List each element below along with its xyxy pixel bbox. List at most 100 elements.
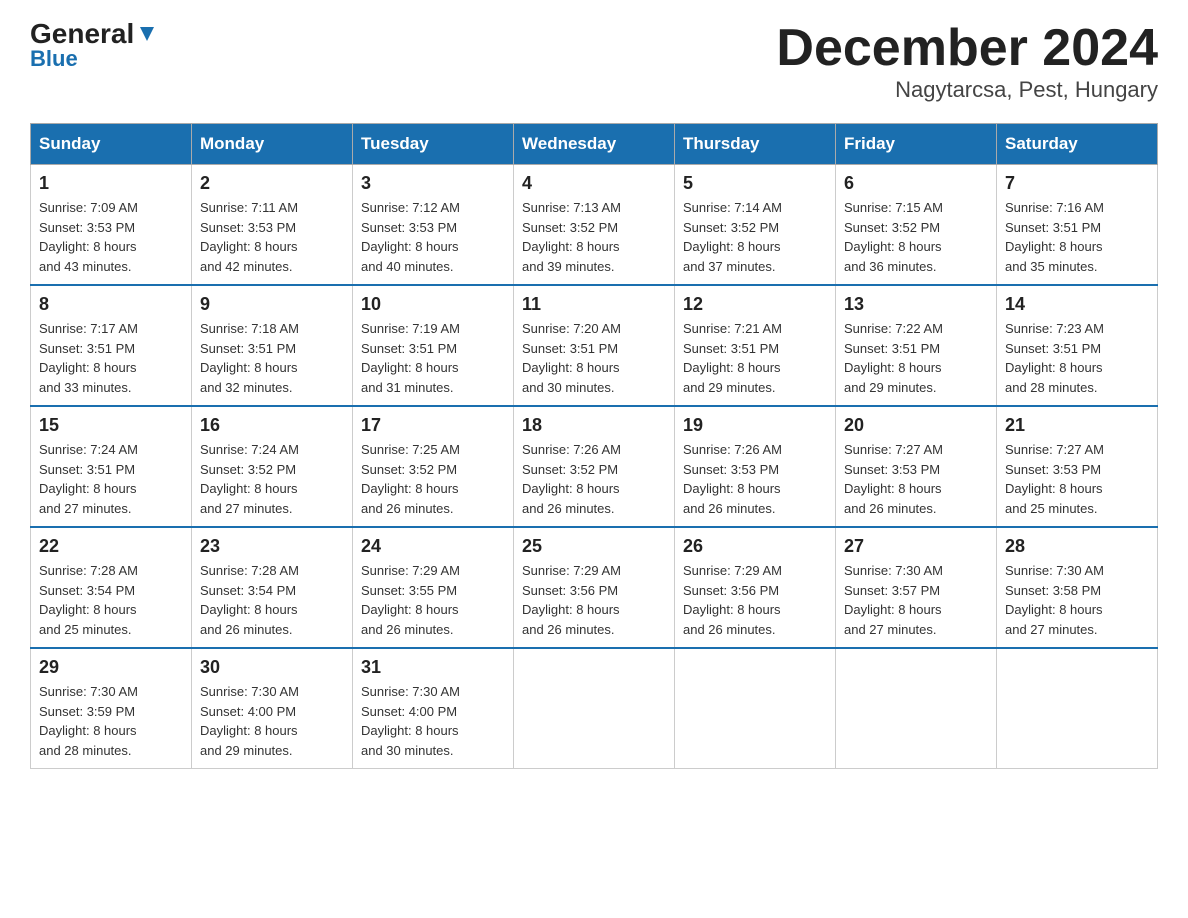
day-info: Sunrise: 7:30 AMSunset: 3:57 PMDaylight:… — [844, 563, 943, 637]
calendar-day-cell: 19 Sunrise: 7:26 AMSunset: 3:53 PMDaylig… — [675, 406, 836, 527]
page-header: General Blue December 2024 Nagytarcsa, P… — [30, 20, 1158, 103]
day-number: 17 — [361, 415, 505, 436]
day-number: 8 — [39, 294, 183, 315]
calendar-day-header: Friday — [836, 124, 997, 165]
calendar-week-row: 22 Sunrise: 7:28 AMSunset: 3:54 PMDaylig… — [31, 527, 1158, 648]
calendar-day-cell: 4 Sunrise: 7:13 AMSunset: 3:52 PMDayligh… — [514, 165, 675, 286]
day-number: 2 — [200, 173, 344, 194]
calendar-header-row: SundayMondayTuesdayWednesdayThursdayFrid… — [31, 124, 1158, 165]
day-info: Sunrise: 7:17 AMSunset: 3:51 PMDaylight:… — [39, 321, 138, 395]
day-number: 18 — [522, 415, 666, 436]
calendar-day-header: Thursday — [675, 124, 836, 165]
day-info: Sunrise: 7:23 AMSunset: 3:51 PMDaylight:… — [1005, 321, 1104, 395]
calendar-day-header: Monday — [192, 124, 353, 165]
day-info: Sunrise: 7:28 AMSunset: 3:54 PMDaylight:… — [200, 563, 299, 637]
logo-triangle-icon — [136, 23, 158, 45]
day-info: Sunrise: 7:27 AMSunset: 3:53 PMDaylight:… — [1005, 442, 1104, 516]
calendar-subtitle: Nagytarcsa, Pest, Hungary — [776, 77, 1158, 103]
calendar-day-cell: 28 Sunrise: 7:30 AMSunset: 3:58 PMDaylig… — [997, 527, 1158, 648]
calendar-day-header: Tuesday — [353, 124, 514, 165]
day-number: 19 — [683, 415, 827, 436]
day-info: Sunrise: 7:24 AMSunset: 3:51 PMDaylight:… — [39, 442, 138, 516]
day-number: 30 — [200, 657, 344, 678]
day-number: 23 — [200, 536, 344, 557]
day-number: 24 — [361, 536, 505, 557]
calendar-day-cell: 18 Sunrise: 7:26 AMSunset: 3:52 PMDaylig… — [514, 406, 675, 527]
calendar-day-cell — [997, 648, 1158, 769]
day-info: Sunrise: 7:30 AMSunset: 4:00 PMDaylight:… — [200, 684, 299, 758]
calendar-day-cell: 13 Sunrise: 7:22 AMSunset: 3:51 PMDaylig… — [836, 285, 997, 406]
day-info: Sunrise: 7:26 AMSunset: 3:52 PMDaylight:… — [522, 442, 621, 516]
day-number: 10 — [361, 294, 505, 315]
day-info: Sunrise: 7:21 AMSunset: 3:51 PMDaylight:… — [683, 321, 782, 395]
calendar-day-cell: 6 Sunrise: 7:15 AMSunset: 3:52 PMDayligh… — [836, 165, 997, 286]
calendar-day-cell: 16 Sunrise: 7:24 AMSunset: 3:52 PMDaylig… — [192, 406, 353, 527]
day-number: 20 — [844, 415, 988, 436]
day-number: 4 — [522, 173, 666, 194]
calendar-day-cell: 2 Sunrise: 7:11 AMSunset: 3:53 PMDayligh… — [192, 165, 353, 286]
day-info: Sunrise: 7:29 AMSunset: 3:56 PMDaylight:… — [683, 563, 782, 637]
calendar-day-cell: 9 Sunrise: 7:18 AMSunset: 3:51 PMDayligh… — [192, 285, 353, 406]
day-number: 25 — [522, 536, 666, 557]
day-info: Sunrise: 7:29 AMSunset: 3:56 PMDaylight:… — [522, 563, 621, 637]
calendar-week-row: 15 Sunrise: 7:24 AMSunset: 3:51 PMDaylig… — [31, 406, 1158, 527]
calendar-day-cell: 11 Sunrise: 7:20 AMSunset: 3:51 PMDaylig… — [514, 285, 675, 406]
day-info: Sunrise: 7:28 AMSunset: 3:54 PMDaylight:… — [39, 563, 138, 637]
calendar-table: SundayMondayTuesdayWednesdayThursdayFrid… — [30, 123, 1158, 769]
day-number: 14 — [1005, 294, 1149, 315]
day-number: 13 — [844, 294, 988, 315]
calendar-day-header: Saturday — [997, 124, 1158, 165]
title-block: December 2024 Nagytarcsa, Pest, Hungary — [776, 20, 1158, 103]
calendar-day-cell — [675, 648, 836, 769]
calendar-day-cell: 24 Sunrise: 7:29 AMSunset: 3:55 PMDaylig… — [353, 527, 514, 648]
day-number: 12 — [683, 294, 827, 315]
calendar-title: December 2024 — [776, 20, 1158, 77]
calendar-day-cell: 14 Sunrise: 7:23 AMSunset: 3:51 PMDaylig… — [997, 285, 1158, 406]
day-info: Sunrise: 7:14 AMSunset: 3:52 PMDaylight:… — [683, 200, 782, 274]
day-number: 22 — [39, 536, 183, 557]
calendar-day-cell — [514, 648, 675, 769]
day-info: Sunrise: 7:22 AMSunset: 3:51 PMDaylight:… — [844, 321, 943, 395]
logo-blue-text: Blue — [30, 48, 78, 70]
calendar-day-cell: 26 Sunrise: 7:29 AMSunset: 3:56 PMDaylig… — [675, 527, 836, 648]
calendar-day-cell: 10 Sunrise: 7:19 AMSunset: 3:51 PMDaylig… — [353, 285, 514, 406]
calendar-day-cell: 21 Sunrise: 7:27 AMSunset: 3:53 PMDaylig… — [997, 406, 1158, 527]
calendar-day-cell: 22 Sunrise: 7:28 AMSunset: 3:54 PMDaylig… — [31, 527, 192, 648]
calendar-day-cell: 30 Sunrise: 7:30 AMSunset: 4:00 PMDaylig… — [192, 648, 353, 769]
day-info: Sunrise: 7:30 AMSunset: 4:00 PMDaylight:… — [361, 684, 460, 758]
day-info: Sunrise: 7:24 AMSunset: 3:52 PMDaylight:… — [200, 442, 299, 516]
day-info: Sunrise: 7:16 AMSunset: 3:51 PMDaylight:… — [1005, 200, 1104, 274]
calendar-day-header: Wednesday — [514, 124, 675, 165]
calendar-day-cell: 25 Sunrise: 7:29 AMSunset: 3:56 PMDaylig… — [514, 527, 675, 648]
day-info: Sunrise: 7:20 AMSunset: 3:51 PMDaylight:… — [522, 321, 621, 395]
day-number: 11 — [522, 294, 666, 315]
calendar-day-cell: 1 Sunrise: 7:09 AMSunset: 3:53 PMDayligh… — [31, 165, 192, 286]
day-info: Sunrise: 7:30 AMSunset: 3:58 PMDaylight:… — [1005, 563, 1104, 637]
day-number: 1 — [39, 173, 183, 194]
day-info: Sunrise: 7:09 AMSunset: 3:53 PMDaylight:… — [39, 200, 138, 274]
day-info: Sunrise: 7:19 AMSunset: 3:51 PMDaylight:… — [361, 321, 460, 395]
day-number: 16 — [200, 415, 344, 436]
day-number: 28 — [1005, 536, 1149, 557]
day-info: Sunrise: 7:18 AMSunset: 3:51 PMDaylight:… — [200, 321, 299, 395]
calendar-day-cell: 20 Sunrise: 7:27 AMSunset: 3:53 PMDaylig… — [836, 406, 997, 527]
calendar-day-cell: 29 Sunrise: 7:30 AMSunset: 3:59 PMDaylig… — [31, 648, 192, 769]
day-info: Sunrise: 7:11 AMSunset: 3:53 PMDaylight:… — [200, 200, 298, 274]
day-info: Sunrise: 7:29 AMSunset: 3:55 PMDaylight:… — [361, 563, 460, 637]
calendar-day-cell: 23 Sunrise: 7:28 AMSunset: 3:54 PMDaylig… — [192, 527, 353, 648]
day-number: 7 — [1005, 173, 1149, 194]
day-number: 9 — [200, 294, 344, 315]
day-info: Sunrise: 7:12 AMSunset: 3:53 PMDaylight:… — [361, 200, 460, 274]
day-info: Sunrise: 7:25 AMSunset: 3:52 PMDaylight:… — [361, 442, 460, 516]
day-number: 15 — [39, 415, 183, 436]
day-info: Sunrise: 7:27 AMSunset: 3:53 PMDaylight:… — [844, 442, 943, 516]
day-number: 26 — [683, 536, 827, 557]
calendar-day-cell: 5 Sunrise: 7:14 AMSunset: 3:52 PMDayligh… — [675, 165, 836, 286]
calendar-week-row: 1 Sunrise: 7:09 AMSunset: 3:53 PMDayligh… — [31, 165, 1158, 286]
logo: General Blue — [30, 20, 158, 70]
logo-general-text: General — [30, 20, 134, 48]
day-info: Sunrise: 7:26 AMSunset: 3:53 PMDaylight:… — [683, 442, 782, 516]
day-number: 31 — [361, 657, 505, 678]
calendar-day-cell: 12 Sunrise: 7:21 AMSunset: 3:51 PMDaylig… — [675, 285, 836, 406]
calendar-day-cell: 3 Sunrise: 7:12 AMSunset: 3:53 PMDayligh… — [353, 165, 514, 286]
